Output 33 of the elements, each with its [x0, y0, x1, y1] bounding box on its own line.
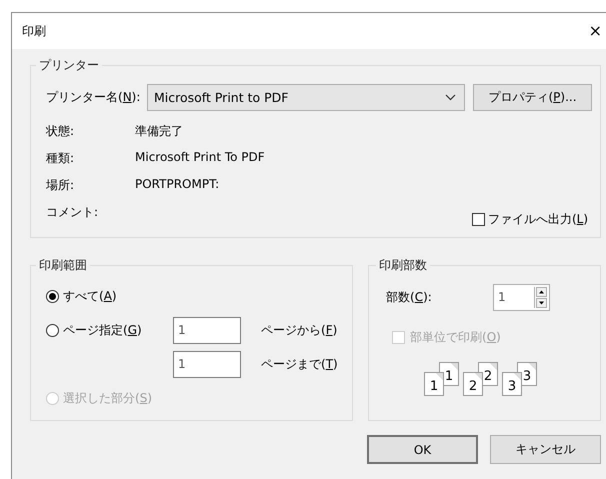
info-label: 場所:: [46, 177, 76, 194]
info-value: 準備完了: [135, 123, 184, 140]
group-label: 印刷部数: [378, 257, 428, 274]
info-label: 種類:: [46, 150, 76, 167]
group-label: 印刷範囲: [38, 257, 88, 274]
printer-name-label: プリンター名(N):: [46, 89, 142, 106]
info-label: 状態:: [46, 123, 76, 140]
to-page-field[interactable]: 1: [173, 350, 241, 378]
radio-label[interactable]: ページ指定(G): [63, 322, 142, 338]
group-label: プリンター: [38, 57, 100, 74]
dialog-button[interactable]: OK: [367, 435, 478, 464]
dialog-button[interactable]: キャンセル: [490, 435, 601, 464]
copies-label: 部数(C):: [386, 289, 433, 306]
radio-button[interactable]: [46, 324, 59, 336]
field-label: ページから(F): [260, 322, 338, 338]
info-label: コメント:: [46, 204, 100, 221]
copies-spinner[interactable]: 1: [493, 284, 550, 311]
info-value: Microsoft Print To PDF: [135, 150, 266, 166]
radio-label[interactable]: すべて(A): [63, 288, 117, 304]
page-sheet: 3: [502, 372, 522, 396]
checkbox[interactable]: [472, 213, 485, 226]
close-button[interactable]: ×: [588, 23, 602, 39]
printer-dropdown[interactable]: Microsoft Print to PDF: [147, 84, 465, 111]
field-label: ページまで(T): [260, 356, 339, 372]
page-sheet: 1: [424, 372, 444, 396]
chevron-down-icon: [445, 94, 456, 101]
info-value: PORTPROMPT:: [135, 177, 220, 193]
page-sheet: 2: [463, 372, 483, 396]
properties-button[interactable]: プロパティ(P)...: [473, 84, 592, 111]
checkbox-label[interactable]: ファイルへ出力(L): [488, 211, 588, 228]
radio-button[interactable]: [46, 290, 59, 302]
window-title: 印刷: [22, 22, 46, 40]
from-page-field[interactable]: 1: [173, 316, 241, 344]
